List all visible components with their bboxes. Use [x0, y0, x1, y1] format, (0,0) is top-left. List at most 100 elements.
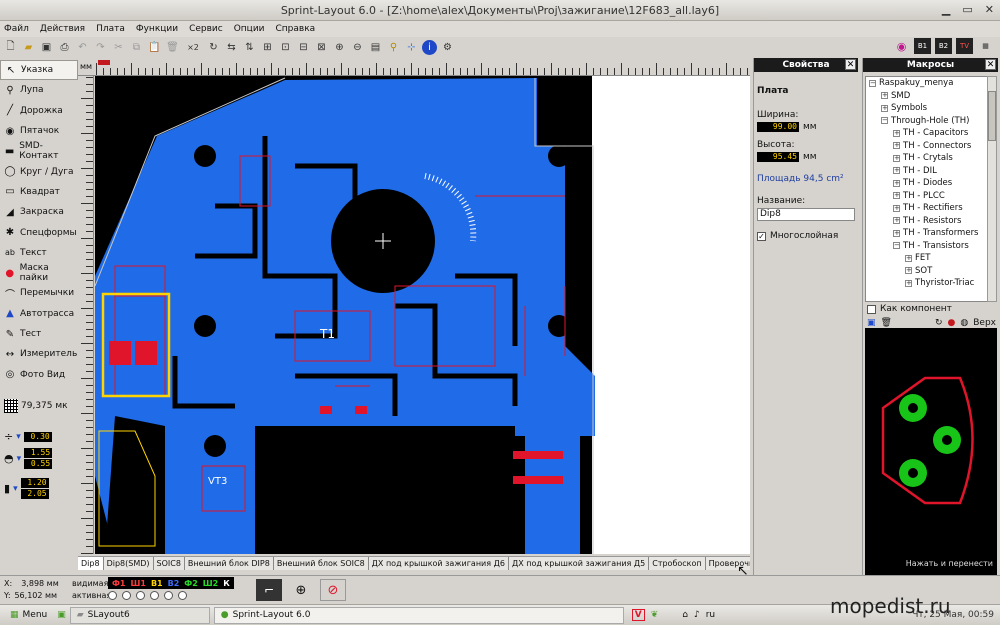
tray-network-icon[interactable]: ⌂ — [682, 610, 688, 620]
expand-icon[interactable]: + — [893, 167, 900, 175]
open-folder-icon[interactable]: ▰ — [21, 40, 36, 55]
ungroup-icon[interactable]: ⊟ — [296, 40, 311, 55]
tool-text[interactable]: ab Текст — [0, 243, 78, 263]
layer-radio[interactable] — [108, 591, 117, 600]
tree-scrollbar[interactable] — [987, 76, 997, 302]
record-macro-icon[interactable]: ● — [948, 318, 956, 328]
tool-measure[interactable]: ↔ Измеритель — [0, 344, 78, 364]
macro-tree-item[interactable]: + TH - PLCC — [866, 190, 988, 203]
tab-ext-dip8[interactable]: Внешний блок DIP8 — [185, 557, 274, 570]
collapse-icon[interactable]: − — [881, 117, 888, 125]
tray-sound-icon[interactable]: ♪ — [694, 610, 700, 620]
as-component-option[interactable]: Как компонент — [867, 304, 952, 314]
close-icon[interactable]: ✕ — [985, 59, 996, 70]
menu-service[interactable]: Сервис — [189, 24, 223, 34]
macro-tree-item[interactable]: − Through-Hole (TH) — [866, 115, 988, 128]
save-icon[interactable]: ▣ — [39, 40, 54, 55]
tool-circle[interactable]: ◯ Круг / Дуга — [0, 161, 78, 181]
undo-icon[interactable]: ↶ — [75, 40, 90, 55]
tool-fill[interactable]: ◢ Закраска — [0, 202, 78, 222]
menu-board[interactable]: Плата — [96, 24, 125, 34]
expand-icon[interactable]: + — [893, 154, 900, 162]
align-icon[interactable]: ⊞ — [260, 40, 275, 55]
settings-gear-icon[interactable]: ⚙ — [440, 40, 455, 55]
macro-tree-item[interactable]: + Thyristor-Triac — [866, 277, 988, 290]
zoom-icon[interactable]: ⚲ — [386, 40, 401, 55]
mirror-v-icon[interactable]: ⇅ — [242, 40, 257, 55]
tool-pad[interactable]: ◉ Пятачок — [0, 121, 78, 141]
expand-icon[interactable]: + — [893, 204, 900, 212]
export-icon[interactable]: ▦ — [977, 38, 994, 54]
start-menu-button[interactable]: ▦ Menu — [4, 607, 53, 624]
layer-toggle[interactable]: К — [221, 579, 232, 588]
macro-tree-item[interactable]: + TH - Capacitors — [866, 127, 988, 140]
smd-height-field[interactable]: 2.05 — [20, 489, 49, 499]
collapse-icon[interactable]: − — [869, 79, 876, 87]
layer-radio[interactable] — [178, 591, 187, 600]
layer-top-icon[interactable]: ◍ — [960, 318, 968, 328]
macro-tree-item[interactable]: + SMD — [866, 90, 988, 103]
b1-layer-icon[interactable]: B1 — [914, 38, 931, 54]
tool-rectangle[interactable]: ▭ Квадрат — [0, 182, 78, 202]
tool-zoom[interactable]: ⚲ Лупа — [0, 80, 78, 100]
scroll-thumb[interactable] — [988, 91, 996, 141]
layer-radio[interactable] — [122, 591, 131, 600]
close-icon[interactable]: ✕ — [985, 3, 994, 16]
macro-tree-item[interactable]: − Raspakuy_menya — [866, 77, 988, 90]
tab-soic8[interactable]: SOIC8 — [154, 557, 185, 570]
menu-options[interactable]: Опции — [234, 24, 265, 34]
rotate-icon[interactable]: ↻ — [206, 40, 221, 55]
multilayer-checkbox[interactable]: ✓ — [757, 231, 766, 241]
multilayer-option[interactable]: ✓ Многослойная — [757, 231, 855, 241]
tab-dh-d5[interactable]: ДХ под крышкой зажигания Д5 — [509, 557, 650, 570]
lock-icon[interactable]: ⊕ — [332, 40, 347, 55]
as-component-checkbox[interactable] — [867, 304, 876, 314]
tab-dh-d6[interactable]: ДХ под крышкой зажигания Д6 — [369, 557, 509, 570]
no-drc-icon[interactable]: ⊘ — [320, 579, 346, 601]
board-view-icon[interactable]: ⌐ — [256, 579, 282, 601]
tool-special[interactable]: ✱ Спецформы — [0, 222, 78, 242]
component-icon[interactable]: ⊠ — [314, 40, 329, 55]
tab-dip8-smd[interactable]: Dip8(SMD) — [104, 557, 154, 570]
expand-icon[interactable]: + — [893, 229, 900, 237]
macro-tree-item[interactable]: + TH - Rectifiers — [866, 202, 988, 215]
grid-setting[interactable]: 79,375 мк — [0, 398, 78, 413]
maximize-icon[interactable]: ▭ — [962, 3, 972, 16]
task-slayout6[interactable]: ▰ SLayout6 — [69, 606, 210, 624]
tray-app-icon[interactable]: V — [631, 609, 645, 621]
macro-tree-item[interactable]: + TH - Transformers — [866, 227, 988, 240]
minimize-icon[interactable]: ▁ — [942, 3, 950, 16]
duplicate-button[interactable]: ×2 — [183, 40, 203, 55]
layer-radio[interactable] — [136, 591, 145, 600]
mirror-h-icon[interactable]: ⇆ — [224, 40, 239, 55]
tool-track[interactable]: ╱ Дорожка — [0, 101, 78, 121]
properties-icon[interactable]: ▤ — [368, 40, 383, 55]
top-side-label[interactable]: Верх — [973, 318, 996, 328]
redo-icon[interactable]: ↷ — [93, 40, 108, 55]
expand-icon[interactable]: + — [893, 192, 900, 200]
collapse-icon[interactable]: − — [893, 242, 900, 250]
expand-icon[interactable]: + — [893, 179, 900, 187]
expand-icon[interactable]: + — [905, 254, 912, 262]
pad-outer-field[interactable]: 1.55 — [24, 448, 53, 458]
connections-icon[interactable]: ⊹ — [404, 40, 419, 55]
expand-icon[interactable]: + — [905, 279, 912, 287]
info-icon[interactable]: i — [422, 39, 437, 55]
keyboard-layout[interactable]: ru — [706, 610, 715, 620]
macro-tree-item[interactable]: + SOT — [866, 265, 988, 278]
close-icon[interactable]: ✕ — [845, 59, 856, 70]
tool-smd[interactable]: ▬ SMD-Контакт — [0, 141, 78, 161]
tool-autoroute[interactable]: ▲ Автотрасса — [0, 304, 78, 324]
task-sprint-layout[interactable]: ● Sprint-Layout 6.0 — [213, 606, 624, 624]
save-macro-icon[interactable]: ▣ — [867, 318, 876, 328]
layer-toggle[interactable]: Ш1 — [129, 579, 148, 588]
layer-radio[interactable] — [150, 591, 159, 600]
layer-radio[interactable] — [164, 591, 173, 600]
tool-test[interactable]: ✎ Тест — [0, 324, 78, 344]
delete-icon[interactable]: 🗑 — [165, 40, 180, 55]
menu-actions[interactable]: Действия — [40, 24, 85, 34]
macro-tree-item[interactable]: + FET — [866, 252, 988, 265]
tab-ext-soic8[interactable]: Внешний блок SOIC8 — [274, 557, 369, 570]
dropdown-icon[interactable]: ▾ — [17, 454, 22, 464]
menu-file[interactable]: Файл — [4, 24, 29, 34]
